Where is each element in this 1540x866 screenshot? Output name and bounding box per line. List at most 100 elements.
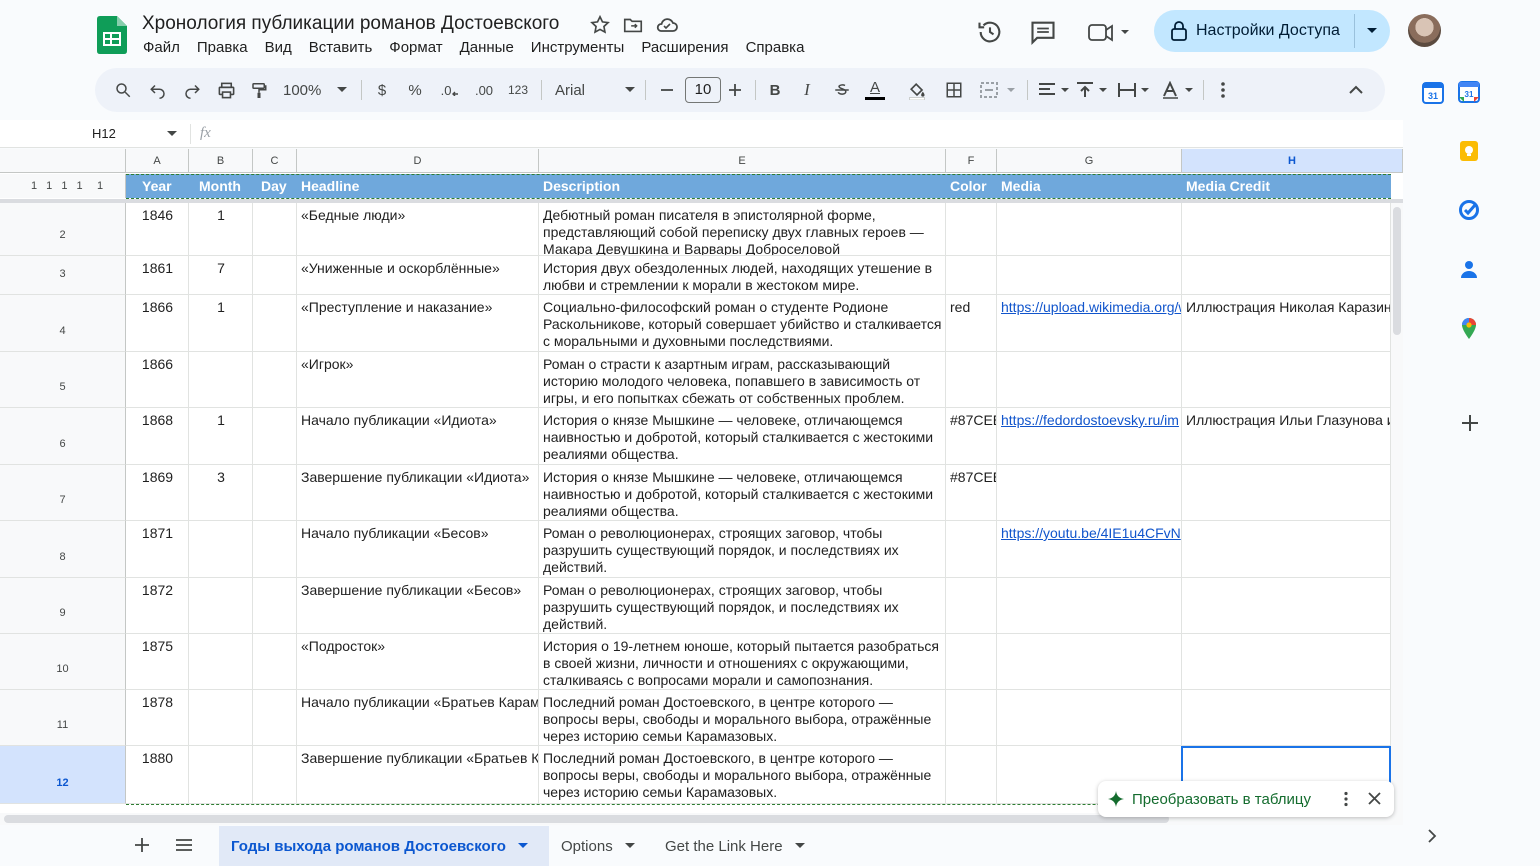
cell-month[interactable] [189,634,253,690]
side-panel-expand-icon[interactable] [1426,828,1438,844]
cell-media[interactable] [997,465,1182,521]
cell-day[interactable] [253,408,297,465]
column-header-c[interactable]: C [253,149,297,173]
cell-description[interactable]: Последний роман Достоевского, в центре к… [539,746,946,804]
cell-headline[interactable]: Начало публикации «Идиота» [297,408,539,465]
cell-credit[interactable] [1182,352,1391,408]
cell-media[interactable] [997,634,1182,690]
vertical-scrollbar-thumb[interactable] [1393,207,1401,335]
cell-year[interactable]: 1878 [126,690,189,746]
sheet-tab-options[interactable]: Options [549,826,647,866]
cell-credit[interactable] [1182,256,1391,295]
cell-description[interactable]: Роман о революционерах, строящих заговор… [539,578,946,634]
decrease-decimal-button[interactable]: .0 [438,78,462,102]
menu-help[interactable]: Справка [746,39,805,56]
cell-media[interactable] [997,578,1182,634]
row-header-2[interactable]: 2 [0,203,126,256]
menu-tools[interactable]: Инструменты [531,39,625,56]
media-link[interactable]: https://youtu.be/4IE1u4CFvN [1001,525,1181,541]
cell-year[interactable]: 1868 [126,408,189,465]
cell-day[interactable] [253,352,297,408]
cell-color[interactable]: #87CEE [946,465,997,521]
cell-color[interactable] [946,690,997,746]
cell-color[interactable] [946,521,997,578]
all-sheets-icon[interactable] [175,838,193,852]
menu-data[interactable]: Данные [460,39,514,56]
row-header-12[interactable]: 12 [0,746,126,804]
cell-description[interactable]: Последний роман Достоевского, в центре к… [539,690,946,746]
sheets-logo-icon[interactable] [97,16,127,54]
menu-edit[interactable]: Правка [197,39,248,56]
cell-media[interactable]: https://upload.wikimedia.org/w [997,295,1182,352]
cell-description[interactable]: История о князе Мышкине — человеке, отли… [539,408,946,465]
strikethrough-icon[interactable] [831,78,853,102]
horizontal-scrollbar-thumb[interactable] [4,815,1169,823]
row-header-7[interactable]: 7 [0,465,126,521]
percent-button[interactable]: % [405,78,425,102]
column-header-e[interactable]: E [539,149,946,173]
cell-color[interactable] [946,578,997,634]
cell-year[interactable]: 1869 [126,465,189,521]
cell-credit[interactable] [1182,203,1391,256]
cell-credit[interactable] [1182,690,1391,746]
cell-headline[interactable]: Завершение публикации «Братьев К [297,746,539,804]
cell-month[interactable]: 1 [189,203,253,256]
cell-year[interactable]: 1880 [126,746,189,804]
cell-description[interactable]: Роман о революционерах, строящих заговор… [539,521,946,578]
cell-year[interactable]: 1866 [126,295,189,352]
cell-headline[interactable]: «Преступление и наказание» [297,295,539,352]
cell-month[interactable]: 7 [189,256,253,295]
cell-month[interactable] [189,690,253,746]
row-header-4[interactable]: 4 [0,295,126,352]
undo-icon[interactable] [146,78,170,102]
cell-headline[interactable]: «Бедные люди» [297,203,539,256]
collapse-toolbar-icon[interactable] [1345,78,1367,102]
menu-extensions[interactable]: Расширения [641,39,728,56]
text-wrapping-icon[interactable] [1117,78,1151,102]
media-link[interactable]: https://upload.wikimedia.org/w [1001,299,1181,315]
cell-media[interactable] [997,352,1182,408]
version-history-icon[interactable] [976,18,1004,46]
cell-media[interactable]: https://fedordostoevsky.ru/im [997,408,1182,465]
cell-color[interactable] [946,352,997,408]
name-box-dropdown-icon[interactable] [167,130,177,138]
cell-credit[interactable] [1182,634,1391,690]
row-header-8[interactable]: 8 [0,521,126,578]
header-cell-color[interactable]: Color [946,174,997,198]
cell-headline[interactable]: Завершение публикации «Бесов» [297,578,539,634]
cell-color[interactable]: #87CEE [946,408,997,465]
italic-button[interactable]: I [797,78,817,102]
column-header-f[interactable]: F [946,149,997,173]
text-color-button[interactable]: A [864,78,886,102]
column-header-a[interactable]: A [126,149,189,173]
header-cell-media-credit[interactable]: Media Credit [1182,174,1391,198]
cell-description[interactable]: Социально-философский роман о студенте Р… [539,295,946,352]
print-icon[interactable] [214,78,238,102]
vertical-align-icon[interactable] [1075,78,1109,102]
header-cell-year[interactable]: Year [126,174,189,198]
cell-year[interactable]: 1875 [126,634,189,690]
group-levels[interactable]: 1 1 1 1 [31,174,83,198]
name-box[interactable]: H12 [92,126,116,141]
merge-cells-icon[interactable] [979,78,1019,102]
document-title[interactable]: Хронология публикации романов Достоевско… [142,13,559,35]
cell-day[interactable] [253,295,297,352]
borders-icon[interactable] [943,78,965,102]
more-options-icon[interactable] [1213,78,1233,102]
font-family-select[interactable]: Arial [555,78,637,102]
cloud-status-icon[interactable] [655,14,678,36]
cell-year[interactable]: 1866 [126,352,189,408]
zoom-select[interactable]: 100% [283,78,353,102]
sheet-tab-dropdown-icon[interactable] [517,842,528,850]
column-header-h[interactable]: H [1182,149,1403,173]
cell-day[interactable] [253,465,297,521]
search-icon[interactable] [111,78,135,102]
row-header-3[interactable]: 3 [0,256,126,295]
keep-icon[interactable] [1458,140,1482,164]
cell-color[interactable] [946,746,997,804]
cell-media[interactable]: https://youtu.be/4IE1u4CFvN [997,521,1182,578]
cell-description[interactable]: История о князе Мышкине — человеке, отли… [539,465,946,521]
cell-description[interactable]: История о 19-летнем юноше, который пытае… [539,634,946,690]
move-folder-icon[interactable] [622,14,644,36]
cell-credit[interactable] [1182,465,1391,521]
